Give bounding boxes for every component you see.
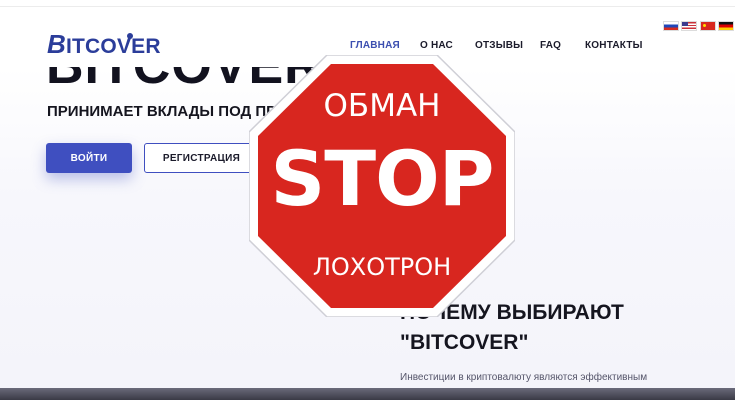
register-button[interactable]: РЕГИСТРАЦИЯ xyxy=(144,143,259,173)
china-flag-icon[interactable] xyxy=(700,21,716,31)
nav-reviews[interactable]: ОТЗЫВЫ xyxy=(475,40,523,54)
why-description: Инвестиции в криптовалюту являются эффек… xyxy=(400,372,648,383)
logo-dot-icon xyxy=(127,33,133,39)
nav-home[interactable]: ГЛАВНАЯ xyxy=(350,40,400,54)
site-logo[interactable]: BITCOVER xyxy=(47,29,161,60)
usa-flag-icon[interactable] xyxy=(681,21,697,31)
why-heading-line2: "BITCOVER" xyxy=(400,331,529,354)
nav-contacts[interactable]: КОНТАКТЫ xyxy=(585,40,643,54)
nav-faq[interactable]: FAQ xyxy=(540,40,561,54)
logo-initial: B xyxy=(47,29,66,59)
germany-flag-icon[interactable] xyxy=(718,21,734,31)
nav-about[interactable]: О НАС xyxy=(420,40,453,54)
stop-sign-bottom-text: ЛОХОТРОН xyxy=(312,253,452,281)
stop-sign-top-text: ОБМАН xyxy=(323,88,441,124)
stop-sign-main-text: STOP xyxy=(270,134,495,223)
russia-flag-icon[interactable] xyxy=(663,21,679,31)
logo-rest: ITCOVER xyxy=(65,35,161,58)
login-button[interactable]: ВОЙТИ xyxy=(46,143,132,173)
bottom-strip xyxy=(0,388,735,400)
